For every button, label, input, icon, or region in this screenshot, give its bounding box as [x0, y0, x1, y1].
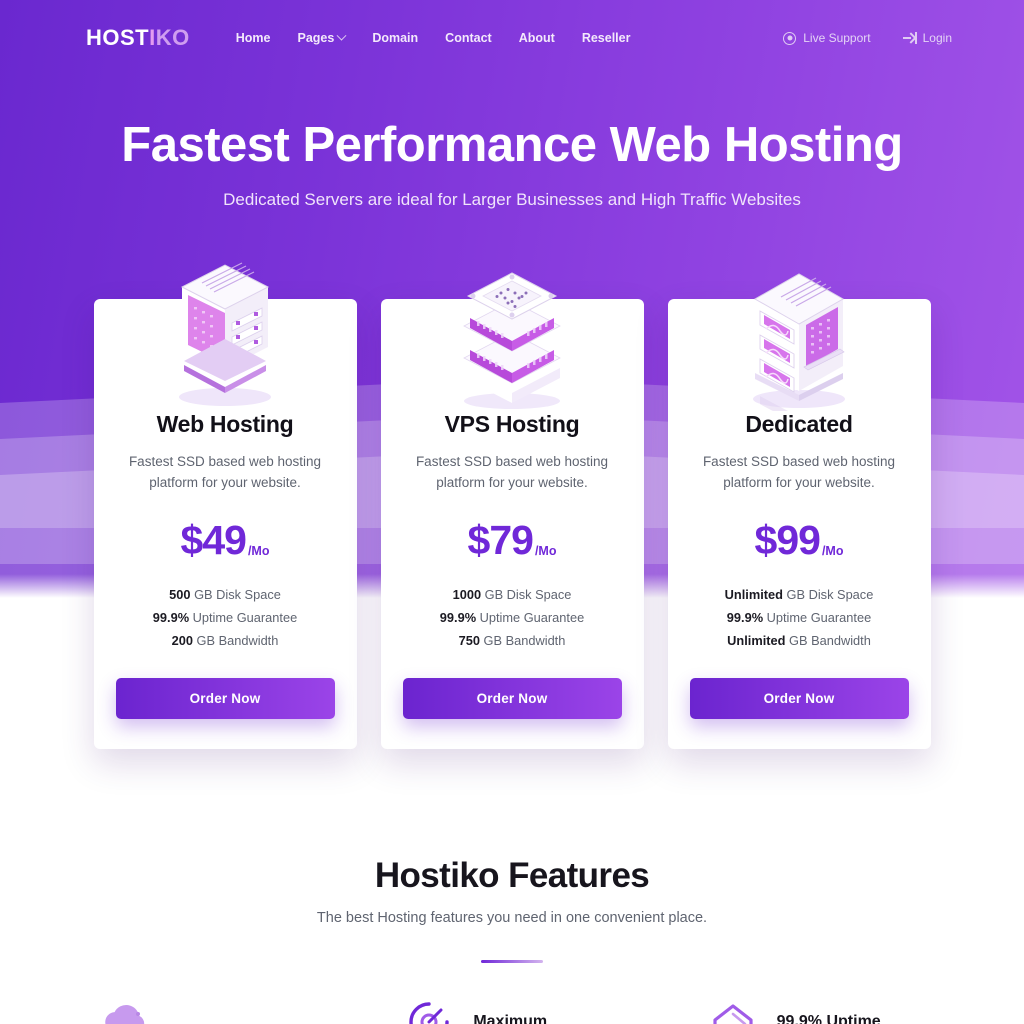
- features-list: Maximum 99.9% Uptime: [0, 996, 1024, 1024]
- card-price: $99 /Mo: [690, 516, 909, 563]
- main-navigation: Home Pages Domain Contact About Reseller: [236, 30, 631, 45]
- hero-subtitle: Dedicated Servers are ideal for Larger B…: [223, 189, 801, 209]
- card-description: Fastest SSD based web hosting platform f…: [128, 454, 322, 490]
- spec-label: GB Bandwidth: [196, 632, 279, 648]
- spec-label: GB Disk Space: [194, 586, 281, 602]
- price-amount: $79: [467, 516, 534, 563]
- spec-label: Uptime Guarantee: [192, 609, 298, 625]
- card-specs: 500 GB Disk Space 99.9% Uptime Guarantee…: [116, 587, 335, 648]
- spec-value: 99.9%: [726, 609, 764, 625]
- logo[interactable]: HOSTIKO: [86, 25, 190, 51]
- spec-value: 200: [171, 632, 193, 648]
- order-now-button[interactable]: Order Now: [689, 677, 909, 719]
- header-actions: Live Support Login: [783, 31, 952, 45]
- nav-item-reseller[interactable]: Reseller: [582, 31, 631, 45]
- spec-value: 750: [458, 632, 480, 648]
- price-amount: $49: [180, 516, 247, 563]
- card-price: $79 /Mo: [403, 516, 622, 563]
- pricing-card-vps-hosting[interactable]: VPS Hosting Fastest SSD based web hostin…: [380, 272, 644, 749]
- spec-value: 500: [169, 586, 191, 602]
- nav-label: Home: [235, 31, 271, 45]
- feature-label: 99.9% Uptime: [776, 1013, 881, 1024]
- feature-item-uptime[interactable]: 99.9% Uptime: [707, 996, 924, 1024]
- card-title: Web Hosting: [156, 411, 294, 437]
- features-title: Hostiko Features: [374, 856, 650, 895]
- pricing-card-web-hosting[interactable]: Web Hosting Fastest SSD based web hostin…: [93, 262, 357, 749]
- price-period: /Mo: [534, 543, 557, 558]
- spec-row: 99.9% Uptime Guarantee: [403, 610, 622, 625]
- nav-item-contact[interactable]: Contact: [445, 31, 492, 45]
- features-section: Hostiko Features The best Hosting featur…: [0, 856, 1024, 1024]
- spec-value: Unlimited: [724, 586, 783, 602]
- nav-label: Reseller: [581, 31, 631, 45]
- logo-part-host: HOST: [86, 25, 150, 50]
- spec-row: 99.9% Uptime Guarantee: [116, 610, 335, 625]
- card-specs: 1000 GB Disk Space 99.9% Uptime Guarante…: [403, 587, 622, 648]
- server-cabinet-icon: [753, 273, 845, 411]
- section-divider: [481, 960, 543, 963]
- spec-row: 1000 GB Disk Space: [403, 587, 622, 602]
- logo-part-ko: KO: [155, 25, 190, 50]
- logo-part-i: I: [149, 25, 156, 50]
- live-support-label: Live Support: [803, 31, 871, 45]
- spec-label: GB Bandwidth: [483, 632, 566, 648]
- chevron-down-icon: [336, 30, 347, 41]
- price-period: /Mo: [247, 543, 270, 558]
- card-description: Fastest SSD based web hosting platform f…: [415, 454, 609, 490]
- support-circle-icon: [783, 31, 797, 45]
- shield-icon: [713, 1004, 753, 1024]
- features-subtitle: The best Hosting features you need in on…: [316, 910, 708, 926]
- order-now-button[interactable]: Order Now: [402, 677, 622, 719]
- card-specs: Unlimited GB Disk Space 99.9% Uptime Gua…: [690, 587, 909, 648]
- login-arrow-icon: [902, 32, 917, 44]
- spec-row: Unlimited GB Bandwidth: [690, 633, 909, 648]
- server-stack-icon: [463, 272, 561, 409]
- feature-item-maximum[interactable]: Maximum: [403, 996, 620, 1024]
- nav-item-home[interactable]: Home: [236, 31, 271, 45]
- card-title: Dedicated: [745, 411, 853, 437]
- price-amount: $99: [754, 516, 821, 563]
- nav-item-domain[interactable]: Domain: [372, 31, 418, 45]
- spec-row: 500 GB Disk Space: [116, 587, 335, 602]
- pricing-card-dedicated[interactable]: Dedicated Fastest SSD based web hosting …: [667, 273, 931, 749]
- spec-label: Uptime Guarantee: [479, 609, 585, 625]
- feature-label: Maximum: [473, 1013, 548, 1024]
- nav-label: Contact: [445, 31, 492, 45]
- nav-label: Pages: [297, 31, 335, 45]
- spec-row: Unlimited GB Disk Space: [690, 587, 909, 602]
- spec-value: 99.9%: [152, 609, 190, 625]
- card-title: VPS Hosting: [444, 411, 580, 437]
- spec-label: GB Disk Space: [786, 586, 874, 602]
- nav-label: About: [518, 31, 555, 45]
- server-tower-icon: [179, 262, 271, 406]
- spec-label: GB Disk Space: [484, 586, 572, 602]
- cloud-icon: [105, 1004, 145, 1024]
- page-root: HOSTIKO Home Pages Domain Contact About …: [0, 0, 1024, 1024]
- spec-value: 99.9%: [439, 609, 477, 625]
- pricing-cards: Web Hosting Fastest SSD based web hostin…: [0, 262, 1024, 749]
- nav-item-about[interactable]: About: [519, 31, 555, 45]
- spec-value: Unlimited: [727, 632, 786, 648]
- spec-row: 750 GB Bandwidth: [403, 633, 622, 648]
- spec-row: 200 GB Bandwidth: [116, 633, 335, 648]
- nav-label: Domain: [372, 31, 419, 45]
- feature-item-cloud[interactable]: [100, 996, 317, 1024]
- price-period: /Mo: [821, 543, 844, 558]
- hero-title: Fastest Performance Web Hosting: [121, 118, 903, 172]
- order-now-button[interactable]: Order Now: [115, 677, 335, 719]
- live-support-link[interactable]: Live Support: [783, 31, 871, 45]
- hero-text-block: Fastest Performance Web Hosting Dedicate…: [0, 118, 1024, 210]
- speed-icon: [409, 1002, 450, 1024]
- spec-value: 1000: [452, 586, 482, 602]
- login-link[interactable]: Login: [902, 31, 952, 45]
- card-price: $49 /Mo: [116, 516, 335, 563]
- card-description: Fastest SSD based web hosting platform f…: [702, 454, 896, 490]
- site-header: HOSTIKO Home Pages Domain Contact About …: [0, 0, 1024, 76]
- spec-label: GB Bandwidth: [789, 632, 871, 648]
- spec-label: Uptime Guarantee: [766, 609, 872, 625]
- nav-item-pages[interactable]: Pages: [297, 30, 347, 45]
- login-label: Login: [922, 31, 952, 45]
- spec-row: 99.9% Uptime Guarantee: [690, 610, 909, 625]
